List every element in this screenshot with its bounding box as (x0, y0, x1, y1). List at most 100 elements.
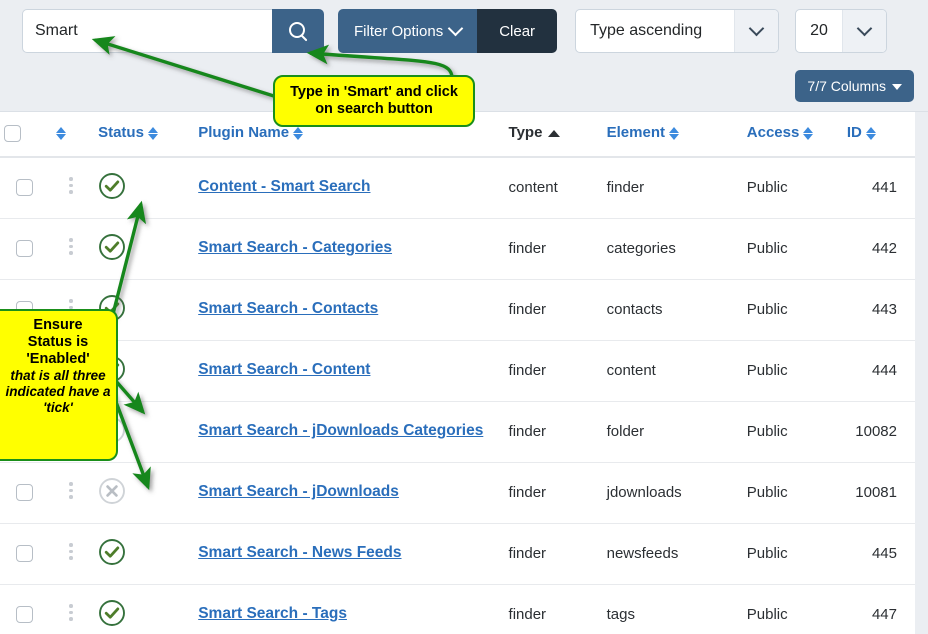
row-access-cell: Public (742, 340, 843, 402)
row-id-cell: 10081 (842, 462, 915, 524)
header-element[interactable]: Element (602, 112, 743, 158)
chevron-down-icon (447, 20, 464, 36)
row-access-cell: Public (742, 401, 843, 463)
row-access-cell: Public (742, 218, 843, 280)
row-checkbox[interactable] (15, 179, 33, 197)
row-status-cell (94, 462, 195, 524)
header-id-label: ID (846, 124, 862, 142)
row-element-cell: categories (602, 218, 743, 280)
row-type-cell: content (504, 156, 603, 219)
callout-status-line3: 'Enabled' (26, 351, 90, 368)
check-circle-icon[interactable] (98, 599, 126, 627)
drag-handle-icon[interactable] (69, 479, 73, 502)
drag-handle-icon[interactable] (69, 601, 73, 624)
callout-search-instruction: Type in 'Smart' and click on search butt… (273, 75, 475, 127)
row-checkbox[interactable] (15, 240, 33, 258)
plugin-name-link[interactable]: Smart Search - News Feeds (198, 543, 401, 564)
row-id-cell: 443 (842, 279, 915, 341)
row-checkbox[interactable] (15, 606, 33, 624)
header-access-label: Access (746, 124, 800, 142)
plugin-name-link[interactable]: Smart Search - jDownloads Categories (198, 421, 483, 442)
columns-dropdown-button[interactable]: 7/7 Columns (795, 70, 914, 102)
row-checkbox[interactable] (15, 484, 33, 502)
x-circle-icon[interactable] (98, 477, 126, 505)
row-ordering-cell (48, 156, 95, 219)
row-access-cell: Public (742, 156, 843, 219)
row-id-cell: 445 (842, 523, 915, 585)
plugin-name-link[interactable]: Smart Search - Tags (198, 604, 347, 625)
callout-status-line2: Status is (27, 334, 89, 351)
search-input[interactable] (22, 9, 272, 53)
sort-arrows-icon[interactable] (293, 126, 305, 141)
row-name-cell: Smart Search - Content (194, 340, 505, 402)
row-type-cell: finder (504, 523, 603, 585)
row-element-cell: newsfeeds (602, 523, 743, 585)
header-plugin-name-label: Plugin Name (198, 124, 290, 142)
header-id[interactable]: ID (842, 112, 915, 158)
row-select-cell (0, 462, 49, 524)
row-access-cell: Public (742, 523, 843, 585)
table-row: Smart Search - Tags finder tags Public 447 (0, 584, 915, 634)
header-status-label: Status (98, 124, 144, 142)
plugin-name-link[interactable]: Smart Search - Contacts (198, 299, 378, 320)
row-id-cell: 442 (842, 218, 915, 280)
plugin-name-link[interactable]: Content - Smart Search (198, 177, 370, 198)
callout-search-text: Type in 'Smart' and click on search butt… (290, 83, 458, 117)
row-checkbox[interactable] (15, 545, 33, 563)
plugin-name-link[interactable]: Smart Search - jDownloads (198, 482, 399, 503)
filter-options-label: Filter Options (354, 22, 444, 40)
check-circle-icon[interactable] (98, 233, 126, 261)
row-name-cell: Smart Search - Tags (194, 584, 505, 634)
sort-arrows-icon[interactable] (803, 126, 815, 141)
plugin-name-link[interactable]: Smart Search - Categories (198, 238, 392, 259)
row-element-cell: jdownloads (602, 462, 743, 524)
row-id-cell: 10082 (842, 401, 915, 463)
row-id-cell: 447 (842, 584, 915, 634)
plugin-name-link[interactable]: Smart Search - Content (198, 360, 370, 381)
row-element-cell: contacts (602, 279, 743, 341)
drag-handle-icon[interactable] (69, 235, 73, 258)
search-button[interactable] (272, 9, 324, 53)
sort-arrows-icon[interactable] (865, 126, 878, 141)
row-select-cell (0, 156, 49, 219)
plugin-manager-screen: Filter Options Clear Type ascending 20 7… (0, 0, 928, 634)
row-id-cell: 444 (842, 340, 915, 402)
list-limit-select[interactable]: 20 (795, 9, 887, 53)
row-name-cell: Content - Smart Search (194, 156, 505, 219)
header-type[interactable]: Type (504, 112, 603, 158)
drag-handle-icon[interactable] (69, 540, 73, 563)
sort-arrows-icon[interactable] (147, 126, 160, 141)
sort-select[interactable]: Type ascending (575, 9, 780, 53)
row-element-cell: tags (602, 584, 743, 634)
check-circle-icon[interactable] (98, 172, 126, 200)
row-access-cell: Public (742, 462, 843, 524)
sort-arrows-icon[interactable] (56, 126, 68, 141)
row-status-cell (94, 218, 195, 280)
row-ordering-cell (48, 218, 95, 280)
header-ordering[interactable] (48, 112, 95, 158)
row-type-cell: finder (504, 462, 603, 524)
drag-handle-icon[interactable] (69, 174, 73, 197)
search-icon (288, 21, 308, 41)
select-all-checkbox[interactable] (4, 124, 21, 142)
check-circle-icon[interactable] (98, 538, 126, 566)
row-element-cell: folder (602, 401, 743, 463)
clear-button[interactable]: Clear (477, 9, 558, 53)
filter-options-button[interactable]: Filter Options (338, 9, 478, 53)
row-type-cell: finder (504, 340, 603, 402)
sort-arrows-icon[interactable] (668, 126, 681, 141)
table-row: Smart Search - jDownloads Categories find… (0, 401, 915, 463)
filter-group: Filter Options Clear (338, 9, 558, 53)
row-element-cell: finder (602, 156, 743, 219)
row-status-cell (94, 523, 195, 585)
plugins-table-body: Content - Smart Search content finder Publi… (0, 156, 915, 634)
header-access[interactable]: Access (742, 112, 843, 158)
row-name-cell: Smart Search - jDownloads Categories (194, 401, 505, 463)
callout-status-line4: that is all three indicated have a 'tick… (5, 368, 111, 416)
header-status[interactable]: Status (94, 112, 195, 158)
sort-ascending-icon[interactable] (548, 129, 561, 137)
plugins-table-container: Status Plugin Name Type Element Access I… (0, 112, 915, 634)
chevron-down-icon (734, 10, 779, 52)
list-limit-value: 20 (810, 22, 828, 39)
chevron-down-icon (841, 10, 886, 52)
